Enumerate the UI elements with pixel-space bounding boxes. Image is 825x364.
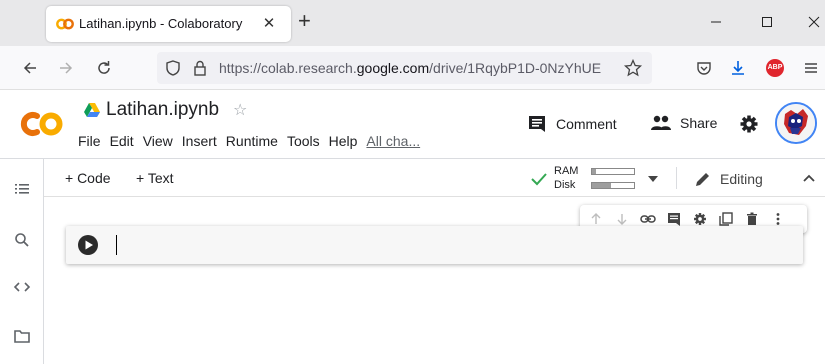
all-changes-saved-link[interactable]: All cha... bbox=[366, 133, 420, 149]
download-icon[interactable] bbox=[728, 58, 748, 78]
google-drive-icon bbox=[84, 103, 100, 117]
toolbar-divider bbox=[676, 167, 677, 189]
disk-usage-fill bbox=[592, 183, 611, 188]
maximize-icon[interactable] bbox=[757, 12, 777, 32]
forward-arrow-icon[interactable] bbox=[56, 58, 76, 78]
notebook-title-row: Latihan.ipynb ☆ bbox=[84, 99, 247, 121]
notebook-title[interactable]: Latihan.ipynb bbox=[106, 99, 219, 121]
menu-help[interactable]: Help bbox=[329, 133, 358, 149]
code-snippets-icon[interactable] bbox=[12, 277, 32, 297]
hamburger-menu-icon[interactable] bbox=[801, 58, 821, 78]
add-text-button[interactable]: + Text bbox=[136, 170, 174, 186]
menu-bar: File Edit View Insert Runtime Tools Help… bbox=[78, 133, 429, 149]
add-code-button[interactable]: + Code bbox=[65, 170, 111, 186]
comment-button[interactable]: Comment bbox=[528, 115, 617, 133]
share-button[interactable]: Share bbox=[650, 115, 717, 131]
ram-usage-bar bbox=[591, 168, 635, 175]
menu-insert[interactable]: Insert bbox=[182, 133, 217, 149]
pocket-icon[interactable] bbox=[694, 58, 714, 78]
share-label: Share bbox=[680, 115, 718, 131]
tab-title: Latihan.ipynb - Colaboratory bbox=[79, 16, 243, 31]
notebook-toolbar: + Code + Text RAM Disk Editing bbox=[44, 159, 825, 197]
settings-gear-icon[interactable] bbox=[739, 114, 759, 134]
notebook-body bbox=[44, 197, 825, 364]
adblock-plus-icon[interactable]: ABP bbox=[766, 59, 784, 77]
address-bar[interactable]: https://colab.research.google.com/drive/… bbox=[157, 52, 652, 84]
menu-edit[interactable]: Edit bbox=[110, 133, 134, 149]
lock-icon[interactable] bbox=[190, 58, 210, 78]
comment-icon bbox=[529, 116, 545, 132]
left-sidebar bbox=[0, 159, 44, 364]
pencil-icon bbox=[696, 173, 709, 186]
disk-usage-bar bbox=[591, 182, 635, 189]
star-icon[interactable]: ☆ bbox=[233, 100, 247, 120]
reload-icon[interactable] bbox=[94, 58, 114, 78]
new-tab-button[interactable]: + bbox=[298, 10, 311, 32]
menu-file[interactable]: File bbox=[78, 133, 101, 149]
window-close-icon[interactable] bbox=[804, 12, 824, 32]
code-cell[interactable] bbox=[66, 226, 803, 264]
tab-close-icon[interactable]: ✕ bbox=[259, 14, 279, 32]
editing-mode-button[interactable]: Editing bbox=[694, 170, 763, 188]
url-prefix: https://colab.research. bbox=[219, 60, 357, 76]
navigation-bar: https://colab.research.google.com/drive/… bbox=[0, 46, 825, 90]
bookmark-star-icon[interactable] bbox=[623, 58, 643, 78]
table-of-contents-icon[interactable] bbox=[12, 179, 32, 199]
collapse-header-icon[interactable] bbox=[800, 169, 818, 187]
back-arrow-icon[interactable] bbox=[20, 58, 40, 78]
url-suffix: /drive/1RqybP1D-0NzYhUE bbox=[429, 60, 602, 76]
menu-tools[interactable]: Tools bbox=[287, 133, 320, 149]
minimize-icon[interactable] bbox=[706, 12, 726, 32]
colab-logo-icon[interactable] bbox=[18, 109, 66, 139]
files-folder-icon[interactable] bbox=[12, 326, 32, 346]
url-domain: google.com bbox=[356, 60, 430, 76]
browser-tab-strip: Latihan.ipynb - Colaboratory ✕ + bbox=[0, 0, 825, 46]
connected-check-icon bbox=[531, 173, 547, 186]
editing-label: Editing bbox=[720, 171, 763, 187]
run-cell-icon[interactable] bbox=[78, 235, 98, 255]
ram-usage-fill bbox=[592, 169, 597, 174]
colab-header: Latihan.ipynb ☆ File Edit View Insert Ru… bbox=[0, 91, 825, 159]
dropdown-arrow-icon[interactable] bbox=[648, 176, 658, 182]
avatar[interactable] bbox=[775, 102, 817, 144]
browser-tab[interactable]: Latihan.ipynb - Colaboratory ✕ bbox=[46, 6, 291, 42]
comment-label: Comment bbox=[556, 116, 617, 132]
menu-runtime[interactable]: Runtime bbox=[226, 133, 278, 149]
menu-view[interactable]: View bbox=[143, 133, 173, 149]
search-icon[interactable] bbox=[12, 230, 32, 250]
ram-label: RAM bbox=[554, 165, 579, 177]
people-icon bbox=[651, 115, 671, 130]
disk-label: Disk bbox=[554, 179, 576, 191]
url-text[interactable]: https://colab.research.google.com/drive/… bbox=[219, 60, 621, 76]
colab-favicon-icon bbox=[56, 18, 74, 30]
shield-icon[interactable] bbox=[163, 58, 183, 78]
text-cursor bbox=[116, 235, 117, 255]
resource-indicator[interactable]: RAM Disk bbox=[530, 164, 700, 194]
